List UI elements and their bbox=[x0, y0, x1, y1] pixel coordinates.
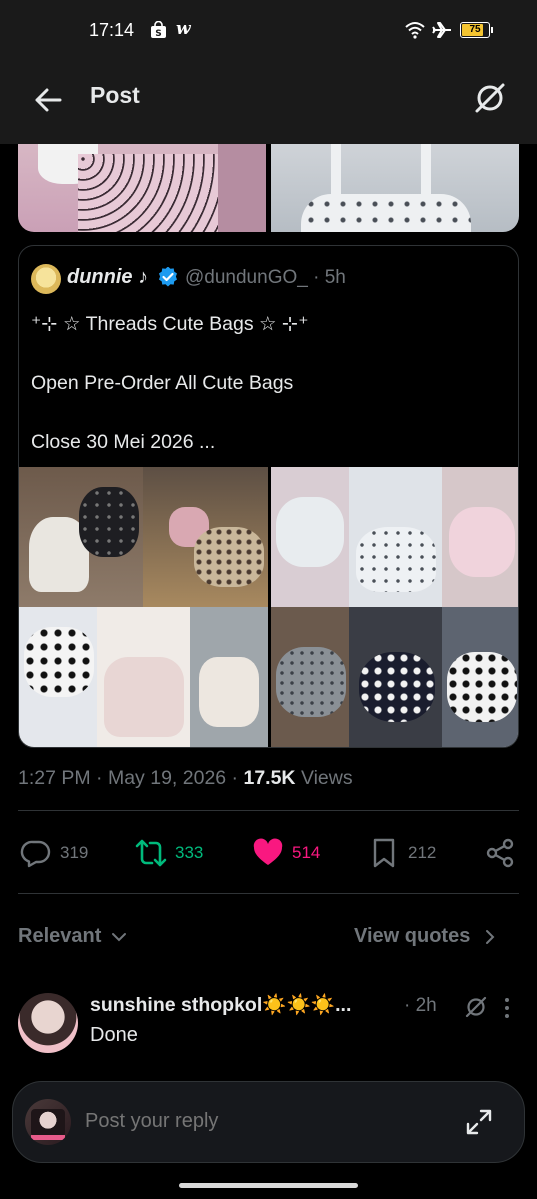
quoted-post[interactable]: dunnie ♪ @dundunGO_ · 5h ⁺⊹ ☆ Threads Cu… bbox=[18, 245, 519, 748]
battery-icon: 75 bbox=[460, 22, 493, 38]
grok-icon[interactable] bbox=[463, 994, 489, 1020]
bookmark-count: 212 bbox=[408, 843, 437, 862]
top-bar: Post bbox=[0, 64, 537, 144]
grok-icon[interactable] bbox=[470, 78, 510, 118]
quote-media-grid[interactable] bbox=[19, 467, 518, 747]
view-quotes-link[interactable]: View quotes bbox=[354, 925, 500, 948]
post-media[interactable] bbox=[18, 144, 519, 232]
quote-author-handle: @dundunGO_ · 5h bbox=[185, 267, 346, 288]
expand-icon[interactable] bbox=[464, 1107, 494, 1137]
media-image[interactable] bbox=[271, 144, 519, 232]
media-image[interactable] bbox=[19, 467, 268, 747]
verified-badge-icon bbox=[158, 267, 178, 287]
heart-icon bbox=[253, 838, 283, 865]
battery-level: 75 bbox=[469, 24, 481, 35]
bookmark-button[interactable]: 212 bbox=[368, 835, 436, 871]
post-date: May 19, 2026 bbox=[107, 767, 227, 789]
avatar bbox=[25, 1099, 71, 1145]
more-options-icon[interactable] bbox=[501, 996, 513, 1020]
repost-count: 333 bbox=[175, 843, 204, 862]
airplane-icon bbox=[432, 22, 451, 38]
sort-label: Relevant bbox=[18, 925, 102, 947]
media-image[interactable] bbox=[18, 144, 266, 232]
quote-text: ⁺⊹ ☆ Threads Cute Bags ☆ ⊹⁺ Open Pre-Ord… bbox=[31, 313, 309, 453]
svg-text:S: S bbox=[155, 29, 161, 39]
avatar[interactable] bbox=[18, 993, 78, 1053]
like-count: 514 bbox=[292, 843, 321, 862]
share-button[interactable] bbox=[484, 835, 516, 871]
status-bar: 17:14 S w 75 bbox=[0, 0, 537, 64]
reply-composer[interactable] bbox=[12, 1081, 525, 1163]
bookmark-icon bbox=[373, 838, 395, 868]
repost-button[interactable]: 333 bbox=[135, 835, 203, 871]
quote-author-name[interactable]: dunnie ♪ bbox=[67, 266, 148, 289]
share-icon bbox=[486, 838, 514, 868]
page-title: Post bbox=[90, 82, 140, 108]
wifi-icon bbox=[405, 22, 425, 39]
post-meta: 1:27 PM · May 19, 2026 · 17.5K Views bbox=[18, 767, 353, 789]
shopping-bag-icon: S bbox=[151, 21, 166, 39]
avatar[interactable] bbox=[31, 264, 61, 294]
views-count[interactable]: 17.5K bbox=[243, 767, 295, 789]
arrow-left-icon[interactable] bbox=[30, 82, 66, 118]
sort-dropdown[interactable]: Relevant bbox=[18, 925, 129, 948]
media-image[interactable] bbox=[271, 467, 518, 747]
reply-text: Done bbox=[90, 1024, 138, 1046]
home-indicator[interactable] bbox=[179, 1183, 358, 1188]
status-time: 17:14 bbox=[89, 20, 135, 40]
comment-icon bbox=[20, 840, 51, 868]
post-time: 1:27 PM bbox=[18, 767, 91, 789]
divider bbox=[18, 810, 519, 811]
like-button[interactable]: 514 bbox=[252, 835, 320, 871]
divider bbox=[18, 893, 519, 894]
reply-author-name[interactable]: sunshine sthopkol☀️☀️☀️... bbox=[90, 993, 351, 1017]
reply-count: 319 bbox=[60, 843, 89, 862]
reply-button[interactable]: 319 bbox=[20, 835, 88, 871]
chevron-right-icon bbox=[486, 929, 495, 944]
repost-icon bbox=[135, 839, 167, 867]
w-app-icon: w bbox=[176, 19, 191, 39]
view-quotes-label: View quotes bbox=[354, 925, 471, 947]
reply-time: · 2h bbox=[404, 995, 437, 1016]
reply-input[interactable] bbox=[85, 1110, 415, 1133]
chevron-down-icon bbox=[112, 932, 127, 941]
